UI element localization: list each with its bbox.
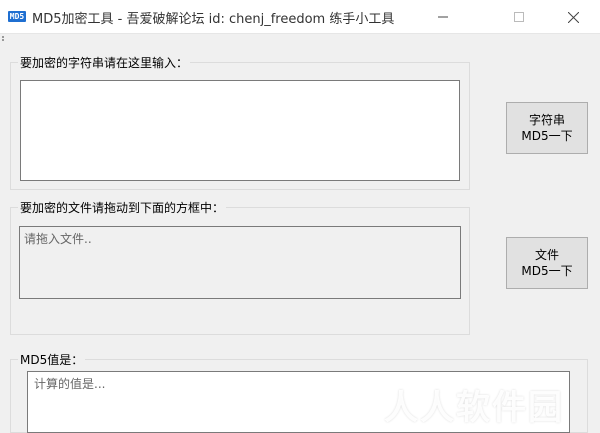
minimize-icon: [437, 16, 448, 18]
close-button[interactable]: [551, 0, 596, 34]
string-button-label-line2: MD5一下: [521, 129, 573, 143]
string-md5-button[interactable]: 字符串 MD5一下: [506, 102, 588, 154]
file-drop-box[interactable]: 请拖入文件..: [19, 226, 461, 299]
maximize-icon: [513, 12, 524, 22]
grip-icon: [2, 36, 5, 42]
string-input[interactable]: [20, 80, 460, 181]
app-icon: MD5: [8, 11, 26, 22]
file-button-label-line2: MD5一下: [521, 264, 573, 278]
maximize-button[interactable]: [496, 0, 541, 34]
title-bar: MD5 MD5加密工具 - 吾爱破解论坛 id: chenj_freedom 练…: [0, 0, 600, 34]
string-group-label: 要加密的字符串请在这里输入：: [18, 54, 191, 71]
file-button-label-line1: 文件: [534, 248, 559, 262]
file-group-label: 要加密的文件请拖动到下面的方框中：: [18, 199, 227, 216]
string-button-label-line1: 字符串: [528, 113, 565, 127]
result-group-label: MD5值是：: [18, 351, 86, 368]
window-title: MD5加密工具 - 吾爱破解论坛 id: chenj_freedom 练手小工具: [32, 12, 395, 27]
close-icon: [568, 11, 579, 23]
file-md5-button[interactable]: 文件 MD5一下: [506, 237, 588, 289]
watermark-text: 人人软件园: [384, 388, 564, 428]
minimize-button[interactable]: [420, 0, 465, 34]
